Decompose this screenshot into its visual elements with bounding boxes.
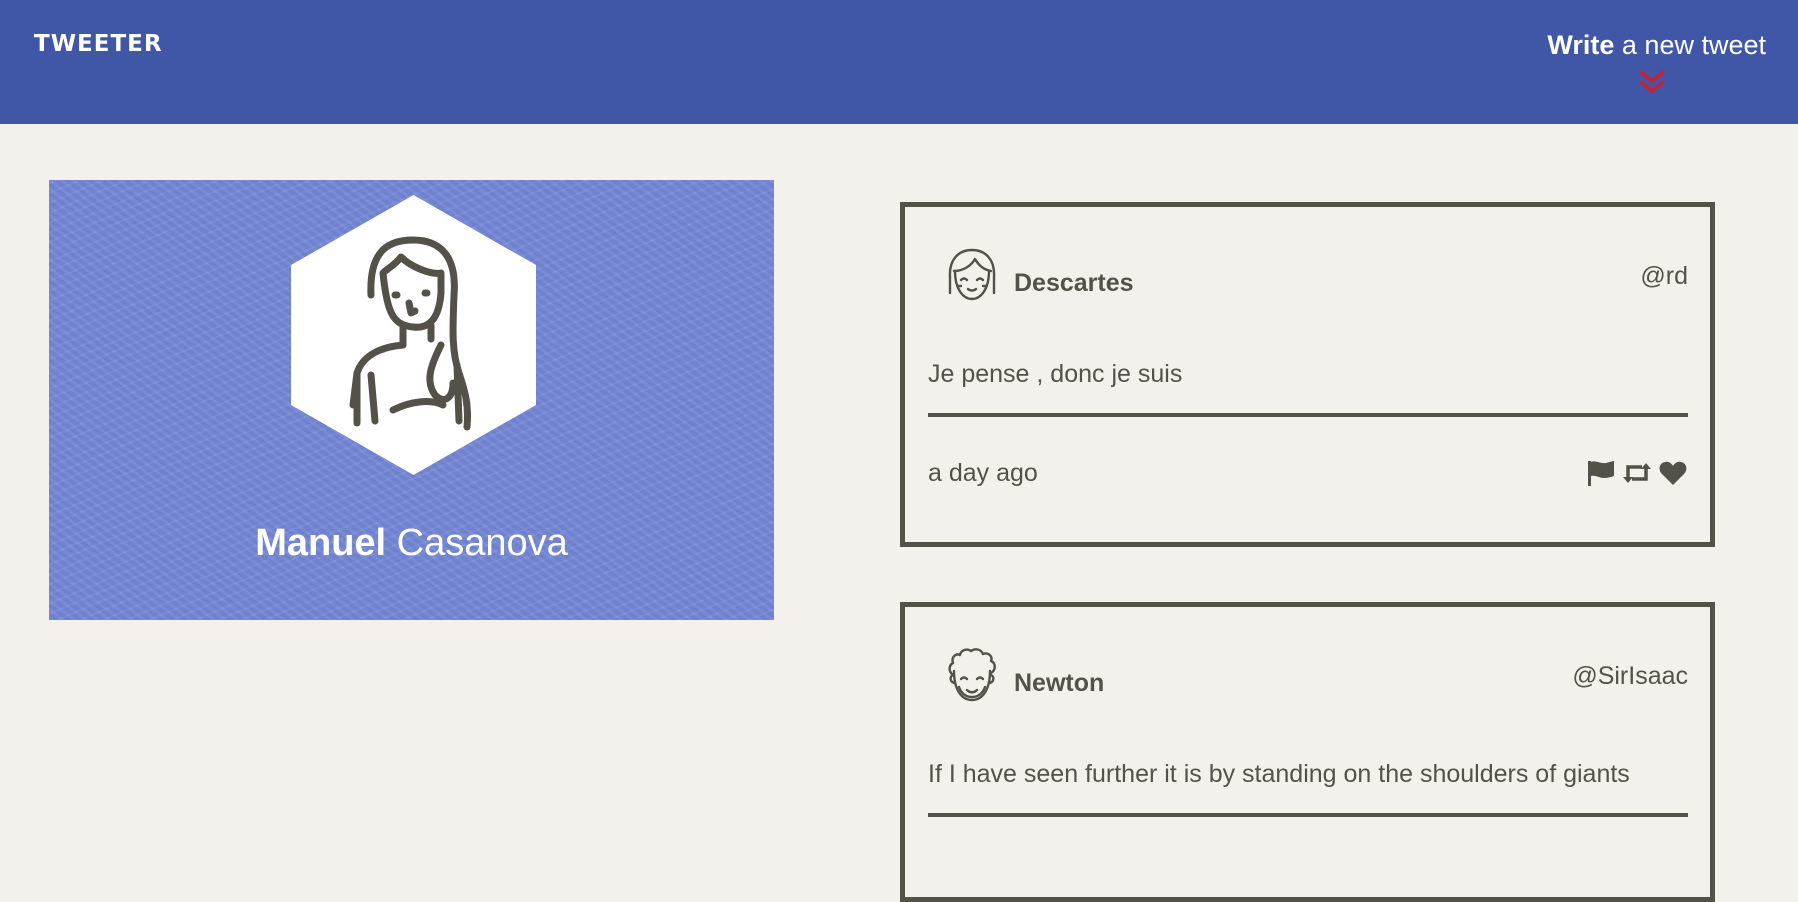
tweet-divider [928,413,1688,417]
girl-avatar-icon [948,248,996,301]
tweet-actions [1586,459,1688,487]
brand-logo[interactable]: TWEETER [34,31,163,57]
profile-first-name: Manuel [255,522,387,564]
tweet-handle[interactable]: @rd [1640,262,1688,291]
tweet-author[interactable]: Newton [1014,669,1104,698]
tweet-card: Descartes @rd Je pense , donc je suis a … [900,202,1715,547]
flag-icon[interactable] [1586,459,1616,487]
heart-icon[interactable] [1658,459,1688,487]
tweet-author[interactable]: Descartes [1014,269,1134,298]
tweet-divider [928,813,1688,817]
tweet-body: If I have seen further it is by standing… [928,760,1630,788]
tweet-card: Newton @SirIsaac If I have seen further … [900,602,1715,902]
profile-avatar [291,195,536,475]
profile-last-name: Casanova [396,522,568,564]
compose-button[interactable]: Write a new tweet [1547,30,1766,94]
curly-hair-avatar-icon [948,648,996,702]
top-nav: TWEETER Write a new tweet [0,0,1798,124]
tweet-timestamp: a day ago [928,459,1038,487]
profile-name: Manuel Casanova [49,522,774,565]
compose-label-light: a new tweet [1621,30,1766,60]
compose-label-strong: Write [1547,30,1615,60]
tweet-handle[interactable]: @SirIsaac [1572,662,1688,691]
tweet-body: Je pense , donc je suis [928,360,1183,388]
profile-card: Manuel Casanova [49,180,774,620]
retweet-icon[interactable] [1622,459,1652,487]
double-chevron-down-icon[interactable] [1639,70,1666,96]
compose-label: Write a new tweet [1547,30,1766,61]
